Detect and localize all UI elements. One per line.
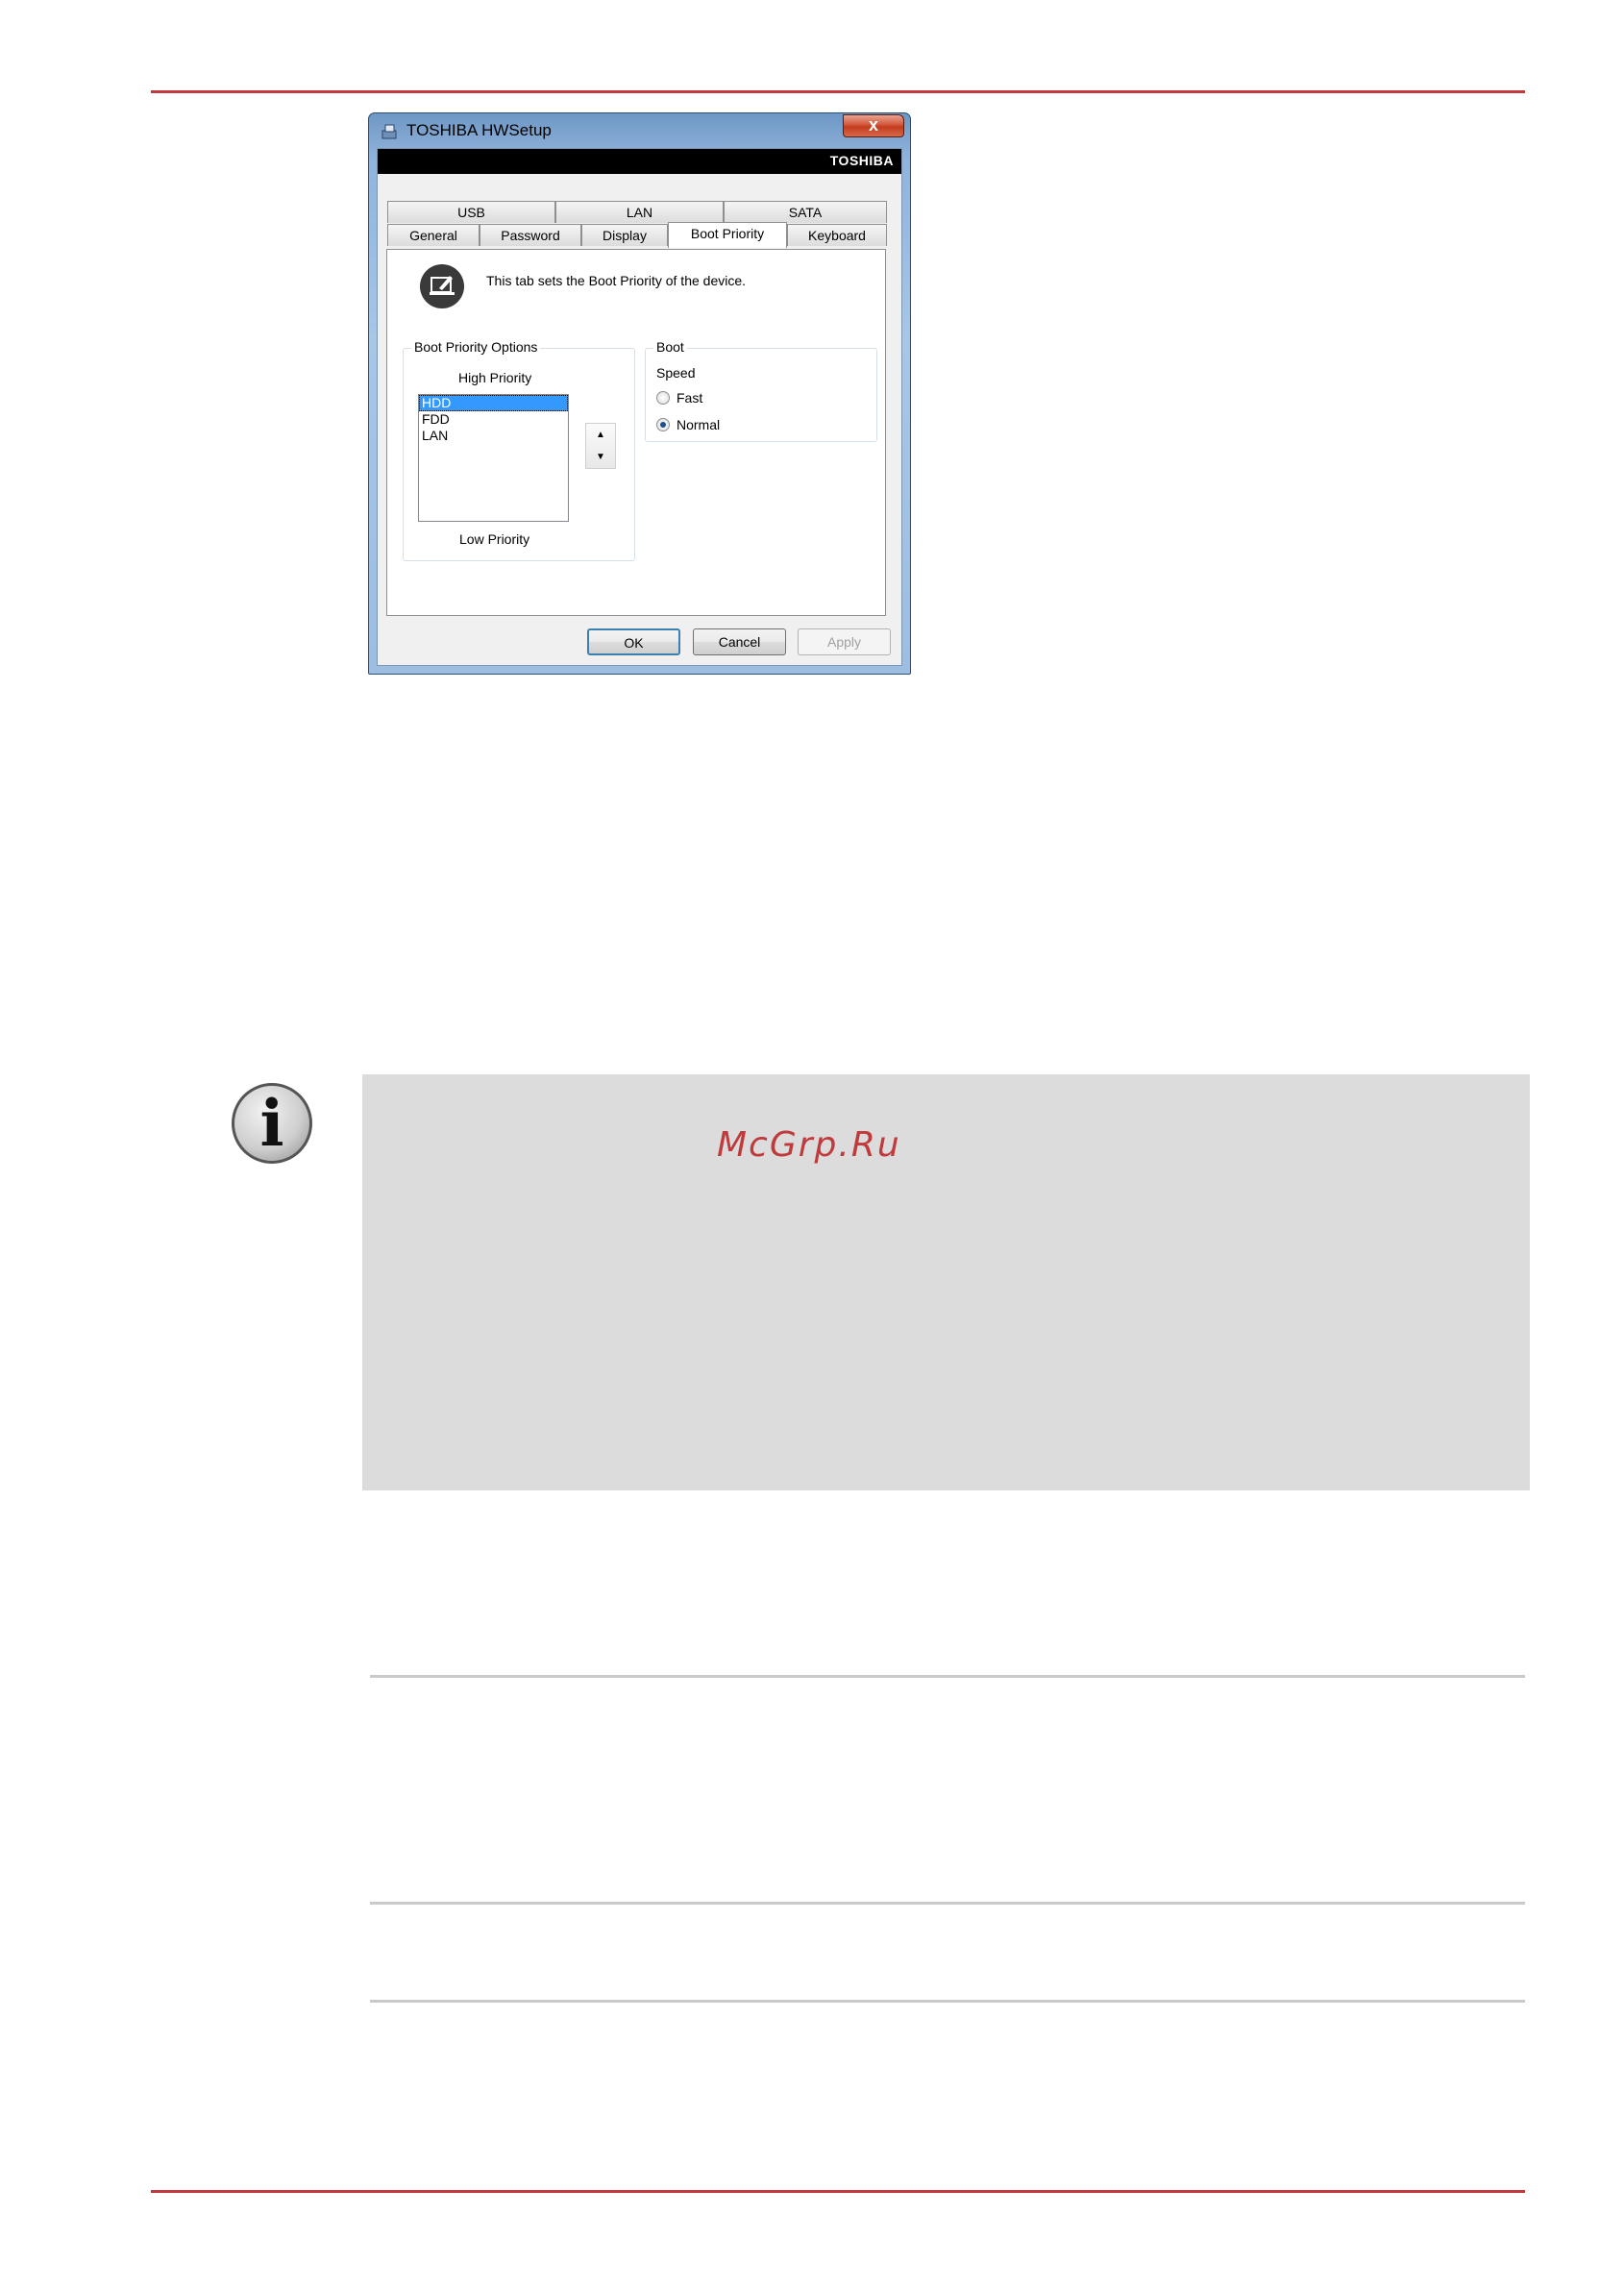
list-item-hdd[interactable]: HDD xyxy=(419,395,568,411)
table-rule-2 xyxy=(370,1902,1525,1905)
high-priority-label: High Priority xyxy=(458,370,532,385)
boot-priority-list[interactable]: HDD FDD LAN xyxy=(418,394,569,522)
ok-button[interactable]: OK xyxy=(587,628,680,655)
low-priority-label: Low Priority xyxy=(459,531,530,547)
boot-priority-icon xyxy=(420,264,464,308)
tab-usb[interactable]: USB xyxy=(387,201,555,223)
list-item-lan[interactable]: LAN xyxy=(419,428,568,444)
boot-group-label: Boot xyxy=(653,339,687,355)
radio-fast-label[interactable]: Fast xyxy=(677,390,702,406)
app-icon xyxy=(381,124,397,139)
brand-bar: TOSHIBA xyxy=(378,149,901,174)
panel-description: This tab sets the Boot Priority of the d… xyxy=(486,273,747,288)
move-down-button[interactable]: ▼ xyxy=(586,446,615,468)
speed-label: Speed xyxy=(656,365,696,381)
radio-normal[interactable] xyxy=(656,418,670,431)
info-icon: i xyxy=(232,1083,312,1164)
list-item-fdd[interactable]: FDD xyxy=(419,411,568,428)
tab-boot-priority[interactable]: Boot Priority xyxy=(668,222,787,248)
apply-button[interactable]: Apply xyxy=(798,628,891,655)
radio-fast[interactable] xyxy=(656,391,670,405)
tab-keyboard[interactable]: Keyboard xyxy=(787,224,887,246)
arrow-up-icon: ▲ xyxy=(596,430,605,440)
note-box: McGrp.Ru xyxy=(362,1074,1530,1490)
cancel-button[interactable]: Cancel xyxy=(693,628,786,655)
tab-password[interactable]: Password xyxy=(480,224,581,246)
brand-logo: TOSHIBA xyxy=(829,153,894,168)
dialog-client: TOSHIBA USB LAN SATA General Password Di… xyxy=(377,148,902,666)
radio-normal-label[interactable]: Normal xyxy=(677,417,720,432)
tab-display[interactable]: Display xyxy=(581,224,668,246)
window-title: TOSHIBA HWSetup xyxy=(406,121,552,139)
priority-spin-buttons: ▲ ▼ xyxy=(585,423,616,469)
table-rule-1 xyxy=(370,1675,1525,1678)
boot-priority-panel: This tab sets the Boot Priority of the d… xyxy=(386,249,886,616)
bottom-rule xyxy=(151,2190,1525,2193)
boot-priority-options-label: Boot Priority Options xyxy=(411,339,541,355)
close-button[interactable]: x xyxy=(843,114,904,137)
top-rule xyxy=(151,90,1525,93)
tab-general[interactable]: General xyxy=(387,224,480,246)
hwsetup-window: TOSHIBA HWSetup x TOSHIBA USB LAN SATA G… xyxy=(368,112,911,675)
close-icon: x xyxy=(868,115,878,135)
move-up-button[interactable]: ▲ xyxy=(586,424,615,446)
table-rule-3 xyxy=(370,2000,1525,2003)
watermark-text: McGrp.Ru xyxy=(717,1125,901,1165)
tab-sata[interactable]: SATA xyxy=(724,201,887,223)
tab-lan[interactable]: LAN xyxy=(555,201,724,223)
arrow-down-icon: ▼ xyxy=(596,452,605,462)
